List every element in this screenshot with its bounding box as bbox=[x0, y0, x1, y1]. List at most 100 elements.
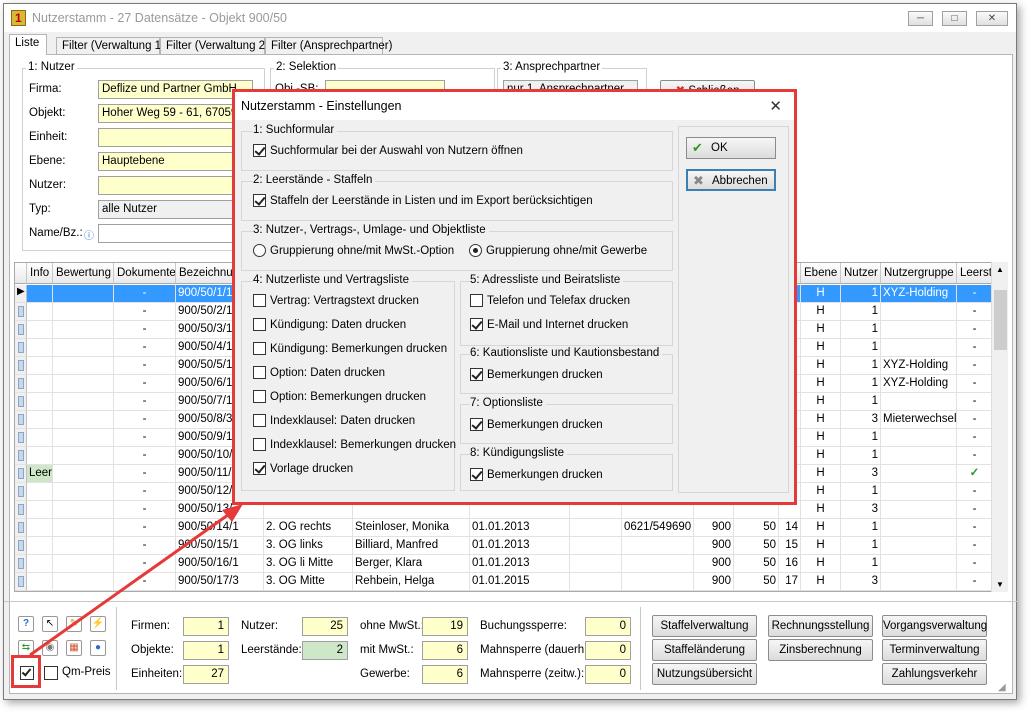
cell-info bbox=[27, 483, 53, 501]
row-header[interactable] bbox=[15, 519, 27, 537]
cell-nutzer: 1 bbox=[841, 429, 881, 447]
cell-gruppe bbox=[881, 447, 957, 465]
help-icon[interactable]: ? bbox=[18, 616, 34, 632]
col-info-header[interactable]: Info bbox=[27, 263, 53, 284]
staffelaenderung-button[interactable]: Staffeländerung bbox=[652, 639, 757, 661]
minimize-button[interactable]: ─ bbox=[908, 11, 933, 26]
info-icon[interactable]: ⓘ bbox=[84, 227, 94, 242]
einheit-field[interactable] bbox=[98, 128, 253, 147]
table-row[interactable]: -900/50/16/1 3. OG li Mitte Berger, Klara 0… bbox=[15, 555, 991, 573]
row-header[interactable] bbox=[15, 537, 27, 555]
abbrechen-button[interactable]: ✖ Abbrechen bbox=[686, 169, 776, 191]
gruppierung-mwst-label: Gruppierung ohne/mit MwSt.-Option bbox=[270, 245, 455, 257]
cell-bew bbox=[53, 447, 114, 465]
gewerbe-label: Gewerbe: bbox=[360, 668, 410, 680]
qm-preis-checkbox[interactable] bbox=[44, 666, 58, 680]
cell-obj: 900 bbox=[694, 537, 734, 555]
lightning-icon[interactable]: ⚡ bbox=[90, 616, 106, 632]
nutzerliste-title: 4: Nutzerliste und Vertragsliste bbox=[253, 274, 412, 286]
table-icon[interactable]: ▦ bbox=[66, 640, 82, 656]
cell-leer: - bbox=[957, 555, 991, 573]
abbrechen-label: Abbrechen bbox=[712, 175, 768, 187]
scroll-down-icon[interactable]: ▼ bbox=[996, 580, 1004, 589]
tab-filter-verwaltung-1[interactable]: Filter (Verwaltung 1) bbox=[56, 37, 165, 54]
close-window-button[interactable]: ✕ bbox=[976, 11, 1008, 26]
col-dokumente-header[interactable]: Dokumente bbox=[114, 263, 176, 284]
col-bewertung-header[interactable]: Bewertung bbox=[53, 263, 114, 284]
col-leerstand-header[interactable]: Leerst bbox=[957, 263, 991, 284]
ebene-field[interactable]: Hauptebene bbox=[98, 152, 253, 171]
refresh-icon[interactable]: ⇆ bbox=[18, 640, 34, 656]
cell-gruppe: XYZ-Holding bbox=[881, 357, 957, 375]
cell-nutzer: 1 bbox=[841, 303, 881, 321]
row-header[interactable] bbox=[15, 393, 27, 411]
row-header[interactable] bbox=[15, 375, 27, 393]
vertical-scrollbar[interactable]: ▲ ▼ bbox=[991, 262, 1008, 592]
row-header[interactable] bbox=[15, 483, 27, 501]
row-header[interactable] bbox=[15, 429, 27, 447]
einheiten-value: 27 bbox=[183, 665, 229, 684]
row-header[interactable] bbox=[15, 573, 27, 591]
terminverwaltung-button[interactable]: Terminverwaltung bbox=[882, 639, 987, 661]
vorgangsverwaltung-button[interactable]: Vorgangsverwaltung bbox=[882, 615, 987, 637]
table-row[interactable]: -900/50/14/1 2. OG rechts Steinloser, Moni… bbox=[15, 519, 991, 537]
cell-leer: ✓ bbox=[957, 465, 991, 483]
col-nutzergruppe-header[interactable]: Nutzergruppe bbox=[881, 263, 957, 284]
zahlungsverkehr-button[interactable]: Zahlungsverkehr bbox=[882, 663, 987, 685]
row-header[interactable] bbox=[15, 555, 27, 573]
row-header[interactable] bbox=[15, 411, 27, 429]
users-icon[interactable]: ● bbox=[90, 640, 106, 656]
cell-nutzer: 1 bbox=[841, 519, 881, 537]
row-header[interactable] bbox=[15, 303, 27, 321]
resize-grip-icon[interactable]: ◢ bbox=[998, 682, 1006, 693]
staffelverwaltung-button[interactable]: Staffelverwaltung bbox=[652, 615, 757, 637]
telefon-checkbox-label: Telefon und Telefax drucken bbox=[487, 295, 630, 307]
row-header[interactable] bbox=[15, 321, 27, 339]
app-icon bbox=[11, 10, 26, 26]
cell-leer: - bbox=[957, 447, 991, 465]
nutzer-field[interactable] bbox=[98, 176, 253, 195]
cell-info bbox=[27, 519, 53, 537]
row-header[interactable] bbox=[15, 339, 27, 357]
table-row[interactable]: -900/50/15/1 3. OG links Billiard, Manfred… bbox=[15, 537, 991, 555]
cell-leer: - bbox=[957, 375, 991, 393]
name-field[interactable] bbox=[98, 224, 253, 243]
cell-gruppe bbox=[881, 555, 957, 573]
row-header[interactable] bbox=[15, 465, 27, 483]
col-nutzer-header[interactable]: Nutzer bbox=[841, 263, 881, 284]
firma-field[interactable]: Deflize und Partner GmbH bbox=[98, 80, 253, 99]
typ-select[interactable]: alle Nutzer bbox=[98, 200, 253, 219]
cell-info bbox=[27, 411, 53, 429]
row-header[interactable] bbox=[15, 501, 27, 519]
tab-filter-verwaltung-2[interactable]: Filter (Verwaltung 2) bbox=[160, 37, 269, 54]
ok-button[interactable]: ✔ OK bbox=[686, 137, 776, 159]
tab-filter-ansprechpartner[interactable]: Filter (Ansprechpartner) bbox=[265, 37, 392, 54]
objekt-field[interactable]: Hoher Weg 59 - 61, 67059 bbox=[98, 104, 253, 123]
dialog-close-icon[interactable]: ✕ bbox=[769, 97, 782, 115]
rechnungsstellung-button[interactable]: Rechnungsstellung bbox=[768, 615, 873, 637]
scrollbar-thumb[interactable] bbox=[994, 290, 1007, 350]
table-row[interactable]: -900/50/17/3 3. OG Mitte Rehbein, Helga 01.… bbox=[15, 573, 991, 591]
pointer-icon[interactable]: ↖ bbox=[42, 616, 58, 632]
cell-nutzer: 1 bbox=[841, 357, 881, 375]
row-header[interactable] bbox=[15, 447, 27, 465]
highlight-box bbox=[11, 655, 41, 688]
zinsberechnung-button[interactable]: Zinsberechnung bbox=[768, 639, 873, 661]
scroll-up-icon[interactable]: ▲ bbox=[996, 265, 1004, 274]
col-ebene-header[interactable]: Ebene bbox=[801, 263, 841, 284]
cell-bew bbox=[53, 321, 114, 339]
optionsliste-title: 7: Optionsliste bbox=[470, 397, 546, 409]
mahnsperre-dauer-label: Mahnsperre (dauerh.): bbox=[480, 644, 595, 656]
tab-liste[interactable]: Liste bbox=[9, 34, 47, 55]
row-header[interactable]: ▶ bbox=[15, 285, 27, 303]
kautionsliste-title: 6: Kautionsliste und Kautionsbestand bbox=[470, 347, 663, 359]
row-header[interactable] bbox=[15, 357, 27, 375]
cell-gruppe bbox=[881, 573, 957, 591]
cell-bez: 900/50/16/1 bbox=[176, 555, 264, 573]
pencil-icon[interactable]: ✎ bbox=[66, 616, 82, 632]
maximize-button[interactable]: □ bbox=[942, 11, 967, 26]
database-icon[interactable]: ◉ bbox=[42, 640, 58, 656]
ohne-mwst-value: 19 bbox=[422, 617, 468, 636]
cell-bew bbox=[53, 411, 114, 429]
nutzungsuebersicht-button[interactable]: Nutzungsübersicht bbox=[652, 663, 757, 685]
